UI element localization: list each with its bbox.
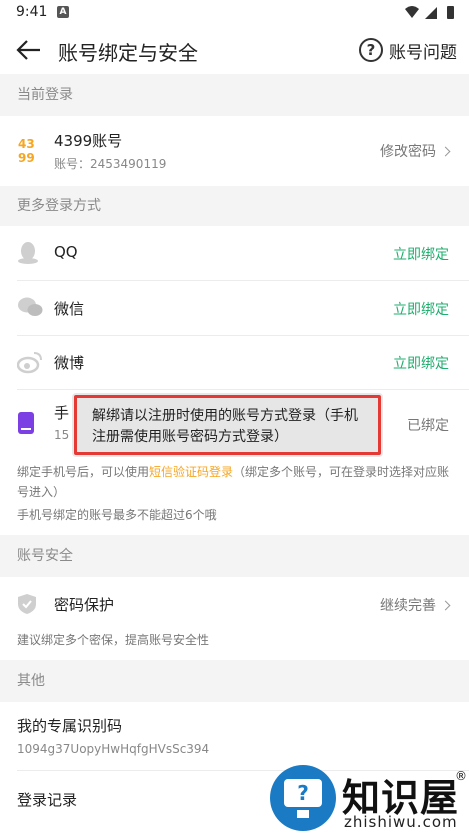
wechat-icon: [18, 297, 43, 316]
monitor-icon: ?: [284, 779, 322, 807]
registered-mark: ®: [455, 769, 467, 783]
section-current-login: 当前登录: [0, 74, 469, 116]
unique-id-label: 我的专属识别码: [17, 717, 123, 735]
chevron-right-icon: [440, 146, 451, 157]
qq-icon: [18, 242, 38, 264]
login-row-weibo[interactable]: 微博 立即绑定: [0, 336, 469, 389]
login-label-qq: QQ: [54, 243, 78, 261]
wifi-icon: [405, 6, 419, 18]
bind-qq-button[interactable]: 立即绑定: [393, 244, 449, 264]
account-help-label: 账号问题: [389, 42, 457, 63]
question-icon: ?: [359, 38, 383, 62]
signal-icon: [425, 7, 437, 19]
login-label-weibo: 微博: [54, 354, 85, 372]
password-protection-label: 密码保护: [54, 596, 115, 614]
watermark-url: zhishiwu.com: [344, 813, 458, 831]
bind-wechat-button[interactable]: 立即绑定: [393, 299, 449, 319]
phone-icon: [18, 412, 34, 434]
weibo-icon: [17, 352, 42, 374]
bind-weibo-button[interactable]: 立即绑定: [393, 353, 449, 373]
notification-icon: A: [57, 6, 69, 18]
watermark-logo: ?: [270, 765, 336, 831]
back-button[interactable]: [12, 36, 44, 64]
battery-icon: [447, 6, 454, 19]
unique-id-row[interactable]: 我的专属识别码 1094g37UopyHwHqfgHVsSc394: [0, 702, 469, 770]
login-row-wechat[interactable]: 微信 立即绑定: [0, 281, 469, 335]
change-password-link[interactable]: 修改密码: [380, 141, 451, 161]
section-more-login: 更多登录方式: [0, 186, 469, 226]
bind-note-text: 绑定手机号后，可以使用: [17, 465, 150, 479]
status-bar: 9:41 A: [0, 0, 469, 26]
shield-icon: [18, 594, 36, 614]
logo-4399-icon: 43 99: [18, 137, 35, 164]
login-record-label: 登录记录: [17, 791, 78, 809]
unique-id-value: 1094g37UopyHwHqfgHVsSc394: [17, 742, 210, 756]
app-header: 账号绑定与安全 ? 账号问题: [0, 26, 469, 74]
sms-login-link[interactable]: 短信验证码登录: [149, 465, 233, 479]
monitor-stand: [297, 810, 309, 818]
continue-improve-link[interactable]: 继续完善: [380, 595, 451, 615]
section-security: 账号安全: [0, 535, 469, 577]
svg-text:99: 99: [18, 151, 35, 164]
security-hint: 建议绑定多个密保，提高账号安全性: [17, 633, 210, 647]
continue-improve-label: 继续完善: [380, 598, 436, 614]
change-password-label: 修改密码: [380, 144, 436, 160]
watermark: ? 知识屋 ® zhishiwu.com: [270, 763, 469, 833]
login-row-qq[interactable]: QQ 立即绑定: [0, 226, 469, 280]
svg-text:43: 43: [18, 137, 35, 151]
unbind-toast: 解绑请以注册时使用的账号方式登录（手机注册需使用账号密码方式登录）: [74, 395, 381, 455]
phone-bound-status[interactable]: 已绑定: [407, 415, 449, 435]
status-icons: [405, 6, 454, 19]
section-other: 其他: [0, 660, 469, 702]
login-label-phone: 手: [54, 404, 70, 422]
bind-phone-limit-note: 手机号绑定的账号最多不能超过6个哦: [17, 508, 217, 522]
phone-number: 15: [54, 428, 70, 442]
page-title: 账号绑定与安全: [58, 41, 198, 65]
current-account-row[interactable]: 43 99 4399账号 账号：2453490119 修改密码: [0, 116, 469, 186]
bind-phone-note: 绑定手机号后，可以使用短信验证码登录（绑定多个账号，可在登录时选择对应账号进入）: [17, 462, 457, 502]
login-label-wechat: 微信: [54, 300, 85, 318]
account-help-button[interactable]: ? 账号问题: [359, 36, 457, 64]
arrow-left-icon: [16, 40, 40, 60]
status-time: 9:41: [16, 4, 48, 20]
account-name: 4399账号: [54, 132, 123, 150]
account-id: 账号：2453490119: [54, 157, 167, 171]
chevron-right-icon: [440, 600, 451, 611]
password-protection-row[interactable]: 密码保护 继续完善: [0, 577, 469, 631]
